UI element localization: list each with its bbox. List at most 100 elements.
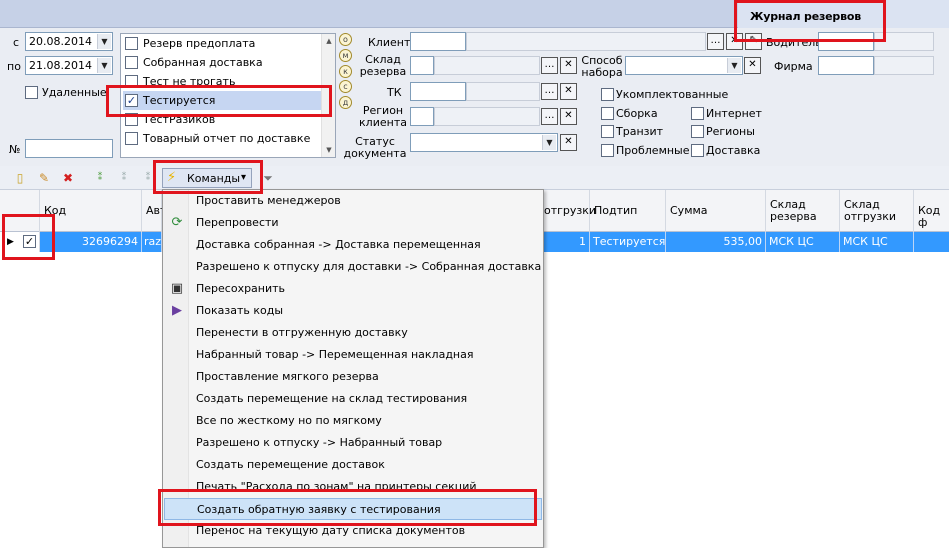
close-icon[interactable]: ✕ bbox=[560, 108, 577, 125]
more-icon[interactable]: … bbox=[541, 108, 558, 125]
regions-checkbox[interactable] bbox=[691, 125, 704, 138]
client-label: Клиент bbox=[368, 36, 411, 49]
doc-status-select[interactable]: ▼ bbox=[410, 133, 558, 152]
menu-item[interactable]: Создать перемещение на склад тестировани… bbox=[164, 388, 542, 410]
annotation-box-row bbox=[2, 214, 55, 260]
warehouse-reserve-label: Склад резерва bbox=[359, 53, 407, 78]
client-name-field bbox=[466, 32, 706, 51]
client-code-field[interactable] bbox=[410, 32, 466, 51]
annotation-box-menu-item bbox=[158, 489, 537, 526]
status-item[interactable]: Товарный отчет по доставке bbox=[123, 129, 321, 148]
chevron-down-icon[interactable]: ▼ bbox=[727, 58, 741, 73]
internet-label: Интернет bbox=[706, 107, 762, 120]
date-from-value: 20.08.2014 bbox=[29, 35, 92, 48]
row-author: razi bbox=[142, 232, 162, 252]
column-code[interactable]: Код bbox=[40, 190, 142, 232]
complete-checkbox[interactable] bbox=[601, 88, 614, 101]
pick-method-select[interactable]: ▼ bbox=[625, 56, 743, 75]
column-warehouse-ship[interactable]: Склад отгрузки bbox=[840, 190, 914, 232]
menu-item-label: Проставить менеджеров bbox=[196, 194, 341, 207]
column-subtype[interactable]: Подтип bbox=[590, 190, 666, 232]
column-author[interactable]: Авт bbox=[142, 190, 166, 232]
close-icon[interactable]: ✕ bbox=[560, 134, 577, 151]
delivery-checkbox[interactable] bbox=[691, 144, 704, 157]
menu-item[interactable]: ▶ Показать коды bbox=[164, 300, 542, 322]
warehouse-code-field[interactable] bbox=[410, 56, 434, 75]
menu-item-label: Перепровести bbox=[196, 216, 279, 229]
assembly-checkbox[interactable] bbox=[601, 107, 614, 120]
filter-gray-icon[interactable]: ⁑ bbox=[116, 170, 132, 186]
deleted-checkbox[interactable] bbox=[25, 86, 38, 99]
menu-item-label: Доставка собранная -> Доставка перемещен… bbox=[196, 238, 481, 251]
menu-item[interactable]: Разрешено к отпуску для доставки -> Собр… bbox=[164, 256, 542, 278]
menu-item[interactable]: Все по жесткому но по мягкому bbox=[164, 410, 542, 432]
menu-item[interactable]: Создать перемещение доставок bbox=[164, 454, 542, 476]
row-shipment: 1 bbox=[540, 232, 590, 252]
tk-name-field bbox=[466, 82, 540, 101]
menu-item[interactable]: Доставка собранная -> Доставка перемещен… bbox=[164, 234, 542, 256]
edit-document-icon[interactable]: ✎ bbox=[36, 170, 52, 186]
menu-item[interactable]: Проставление мягкого резерва bbox=[164, 366, 542, 388]
menu-item[interactable]: ⟳ Перепровести bbox=[164, 212, 542, 234]
letter-m-button[interactable]: м bbox=[339, 49, 352, 62]
menu-item-label: Создать перемещение на склад тестировани… bbox=[196, 392, 468, 405]
more-icon[interactable]: … bbox=[541, 83, 558, 100]
region-code-field[interactable] bbox=[410, 107, 434, 126]
annotation-box-status bbox=[106, 85, 332, 117]
chevron-down-icon[interactable]: ▼ bbox=[97, 58, 111, 73]
menu-item-label: Все по жесткому но по мягкому bbox=[196, 414, 382, 427]
menu-item-label: Пересохранить bbox=[196, 282, 286, 295]
delivery-label: Доставка bbox=[706, 144, 761, 157]
menu-item[interactable]: Разрешено к отпуску -> Набранный товар bbox=[164, 432, 542, 454]
transit-checkbox[interactable] bbox=[601, 125, 614, 138]
date-to-field[interactable]: 21.08.2014 ▼ bbox=[25, 56, 113, 75]
status-item[interactable]: Собранная доставка bbox=[123, 53, 321, 72]
scroll-down-icon[interactable]: ▼ bbox=[322, 143, 336, 157]
close-icon[interactable]: ✕ bbox=[744, 57, 761, 74]
menu-item[interactable]: ▣ Пересохранить bbox=[164, 278, 542, 300]
problem-checkbox[interactable] bbox=[601, 144, 614, 157]
chevron-down-icon[interactable]: ▼ bbox=[542, 135, 556, 150]
column-code-f[interactable]: Код ф bbox=[914, 190, 949, 232]
more-icon[interactable]: … bbox=[541, 57, 558, 74]
transit-label: Транзит bbox=[616, 125, 664, 138]
status-item-label: Товарный отчет по доставке bbox=[143, 132, 311, 145]
date-from-field[interactable]: 20.08.2014 ▼ bbox=[25, 32, 113, 51]
assembly-label: Сборка bbox=[616, 107, 658, 120]
status-checkbox[interactable] bbox=[125, 132, 138, 145]
status-item[interactable]: Резерв предоплата bbox=[123, 34, 321, 53]
status-item-label: Резерв предоплата bbox=[143, 37, 256, 50]
internet-checkbox[interactable] bbox=[691, 107, 704, 120]
letter-d-button[interactable]: д bbox=[339, 96, 352, 109]
regions-label: Регионы bbox=[706, 125, 755, 138]
close-icon[interactable]: ✕ bbox=[560, 57, 577, 74]
filter-green-icon[interactable]: ⁑ bbox=[92, 170, 108, 186]
column-code-f-label: Код ф bbox=[918, 204, 941, 229]
menu-item[interactable]: Перенести в отгруженную доставку bbox=[164, 322, 542, 344]
new-document-icon[interactable]: ▯ bbox=[12, 170, 28, 186]
menu-item[interactable]: Набранный товар -> Перемещенная накладна… bbox=[164, 344, 542, 366]
delete-document-icon[interactable]: ✖ bbox=[60, 170, 76, 186]
column-sum[interactable]: Сумма bbox=[666, 190, 766, 232]
column-shipment-label: отгрузки bbox=[544, 204, 597, 217]
number-field[interactable] bbox=[25, 139, 113, 158]
chevron-down-icon[interactable]: ▼ bbox=[97, 34, 111, 49]
column-shipment[interactable]: отгрузки bbox=[540, 190, 596, 232]
scroll-up-icon[interactable]: ▲ bbox=[322, 34, 336, 48]
letter-s-button[interactable]: с bbox=[339, 80, 352, 93]
letter-k-button[interactable]: к bbox=[339, 65, 352, 78]
row-subtype: Тестируется bbox=[590, 232, 666, 252]
company-field[interactable] bbox=[818, 56, 874, 75]
client-region-label: Регион клиента bbox=[359, 104, 407, 129]
problem-label: Проблемные bbox=[616, 144, 690, 157]
tk-code-field[interactable] bbox=[410, 82, 466, 101]
column-sum-label: Сумма bbox=[670, 204, 708, 217]
save-icon: ▣ bbox=[170, 281, 184, 296]
column-warehouse-reserve[interactable]: Склад резерва bbox=[766, 190, 840, 232]
close-icon[interactable]: ✕ bbox=[560, 83, 577, 100]
more-icon[interactable]: … bbox=[707, 33, 724, 50]
letter-o-button[interactable]: о bbox=[339, 33, 352, 46]
row-warehouse-reserve: МСК ЦС bbox=[766, 232, 840, 252]
status-checkbox[interactable] bbox=[125, 56, 138, 69]
status-checkbox[interactable] bbox=[125, 37, 138, 50]
